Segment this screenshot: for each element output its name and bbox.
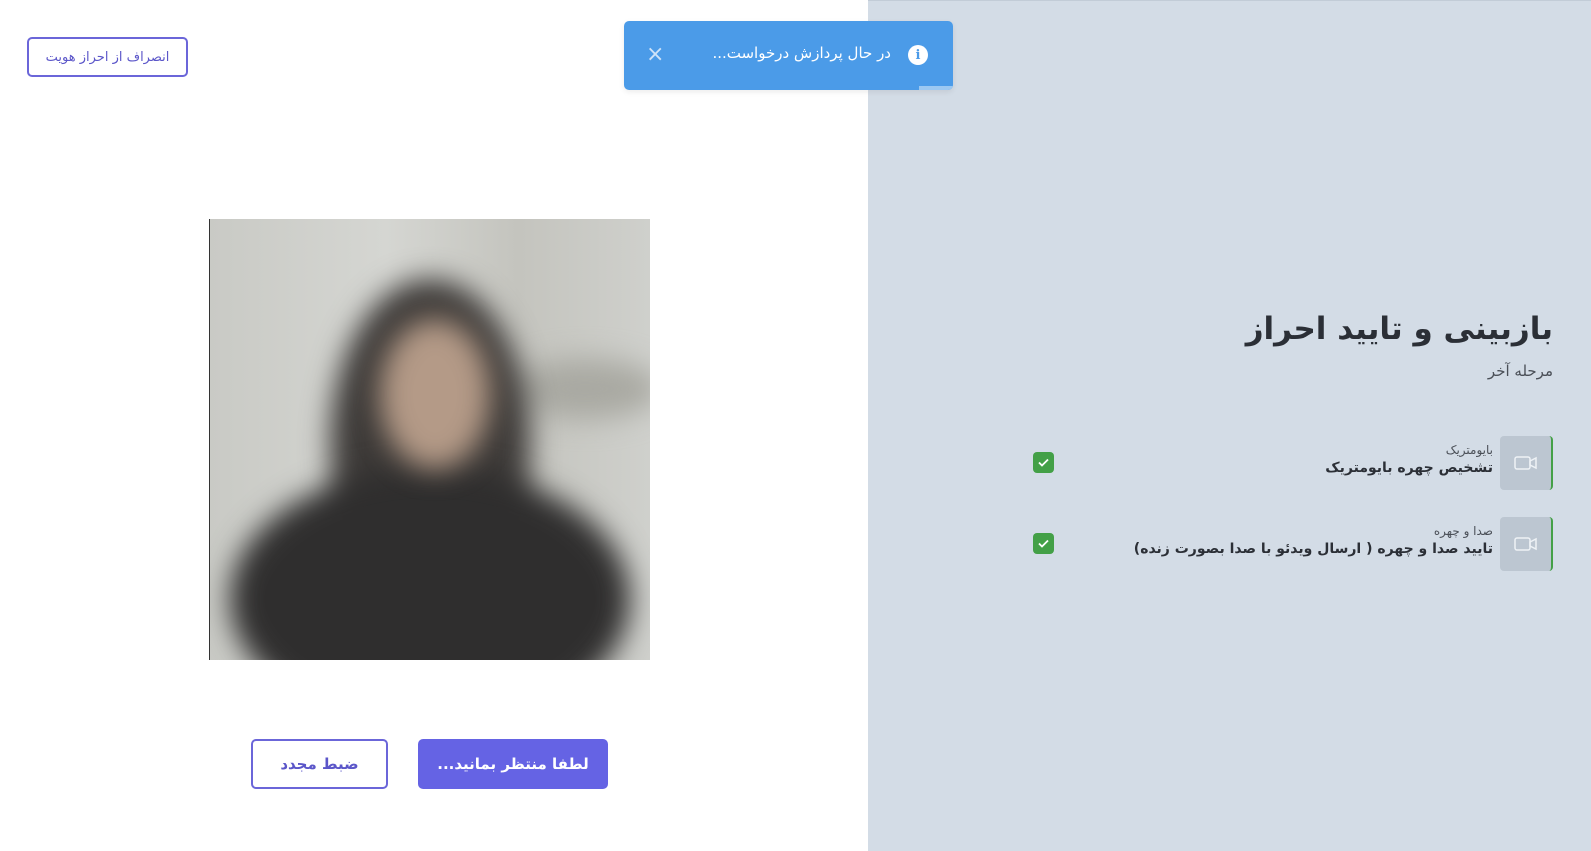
cancel-verification-button[interactable]: انصراف از احراز هویت — [27, 37, 188, 77]
info-icon: i — [908, 45, 928, 65]
right-panel: بازبینی و تایید احراز مرحله آخر بایومتری… — [868, 0, 1591, 851]
check-icon — [1033, 533, 1054, 554]
toast-message: در حال پردازش درخواست... — [712, 44, 891, 62]
step-category: بایومتریک — [1445, 443, 1493, 457]
step-category: صدا و چهره — [1433, 524, 1493, 538]
page-subtitle: مرحله آخر — [1487, 362, 1553, 380]
toast-progress-bar — [919, 86, 953, 90]
video-camera-icon — [1500, 517, 1553, 571]
step-name: تایید صدا و چهره ( ارسال ویدئو با صدا بص… — [1133, 541, 1493, 557]
step-item-biometric: بایومتریک تشخیص چهره بایومتریک — [1033, 436, 1553, 490]
page-title: بازبینی و تایید احراز — [1245, 311, 1553, 347]
check-icon — [1033, 452, 1054, 473]
step-item-voice-face: صدا و چهره تایید صدا و چهره ( ارسال ویدئ… — [1033, 517, 1553, 571]
step-name: تشخیص چهره بایومتریک — [1325, 460, 1493, 476]
left-panel: انصراف از احراز هویت لطفا منتظر بمانید..… — [0, 0, 868, 851]
processing-toast: i در حال پردازش درخواست... × — [624, 21, 953, 90]
rerecord-button[interactable]: ضبط مجدد — [251, 739, 388, 789]
please-wait-button[interactable]: لطفا منتظر بمانید... — [418, 739, 608, 789]
close-icon[interactable]: × — [646, 42, 664, 68]
video-camera-icon — [1500, 436, 1553, 490]
captured-photo — [209, 219, 650, 660]
